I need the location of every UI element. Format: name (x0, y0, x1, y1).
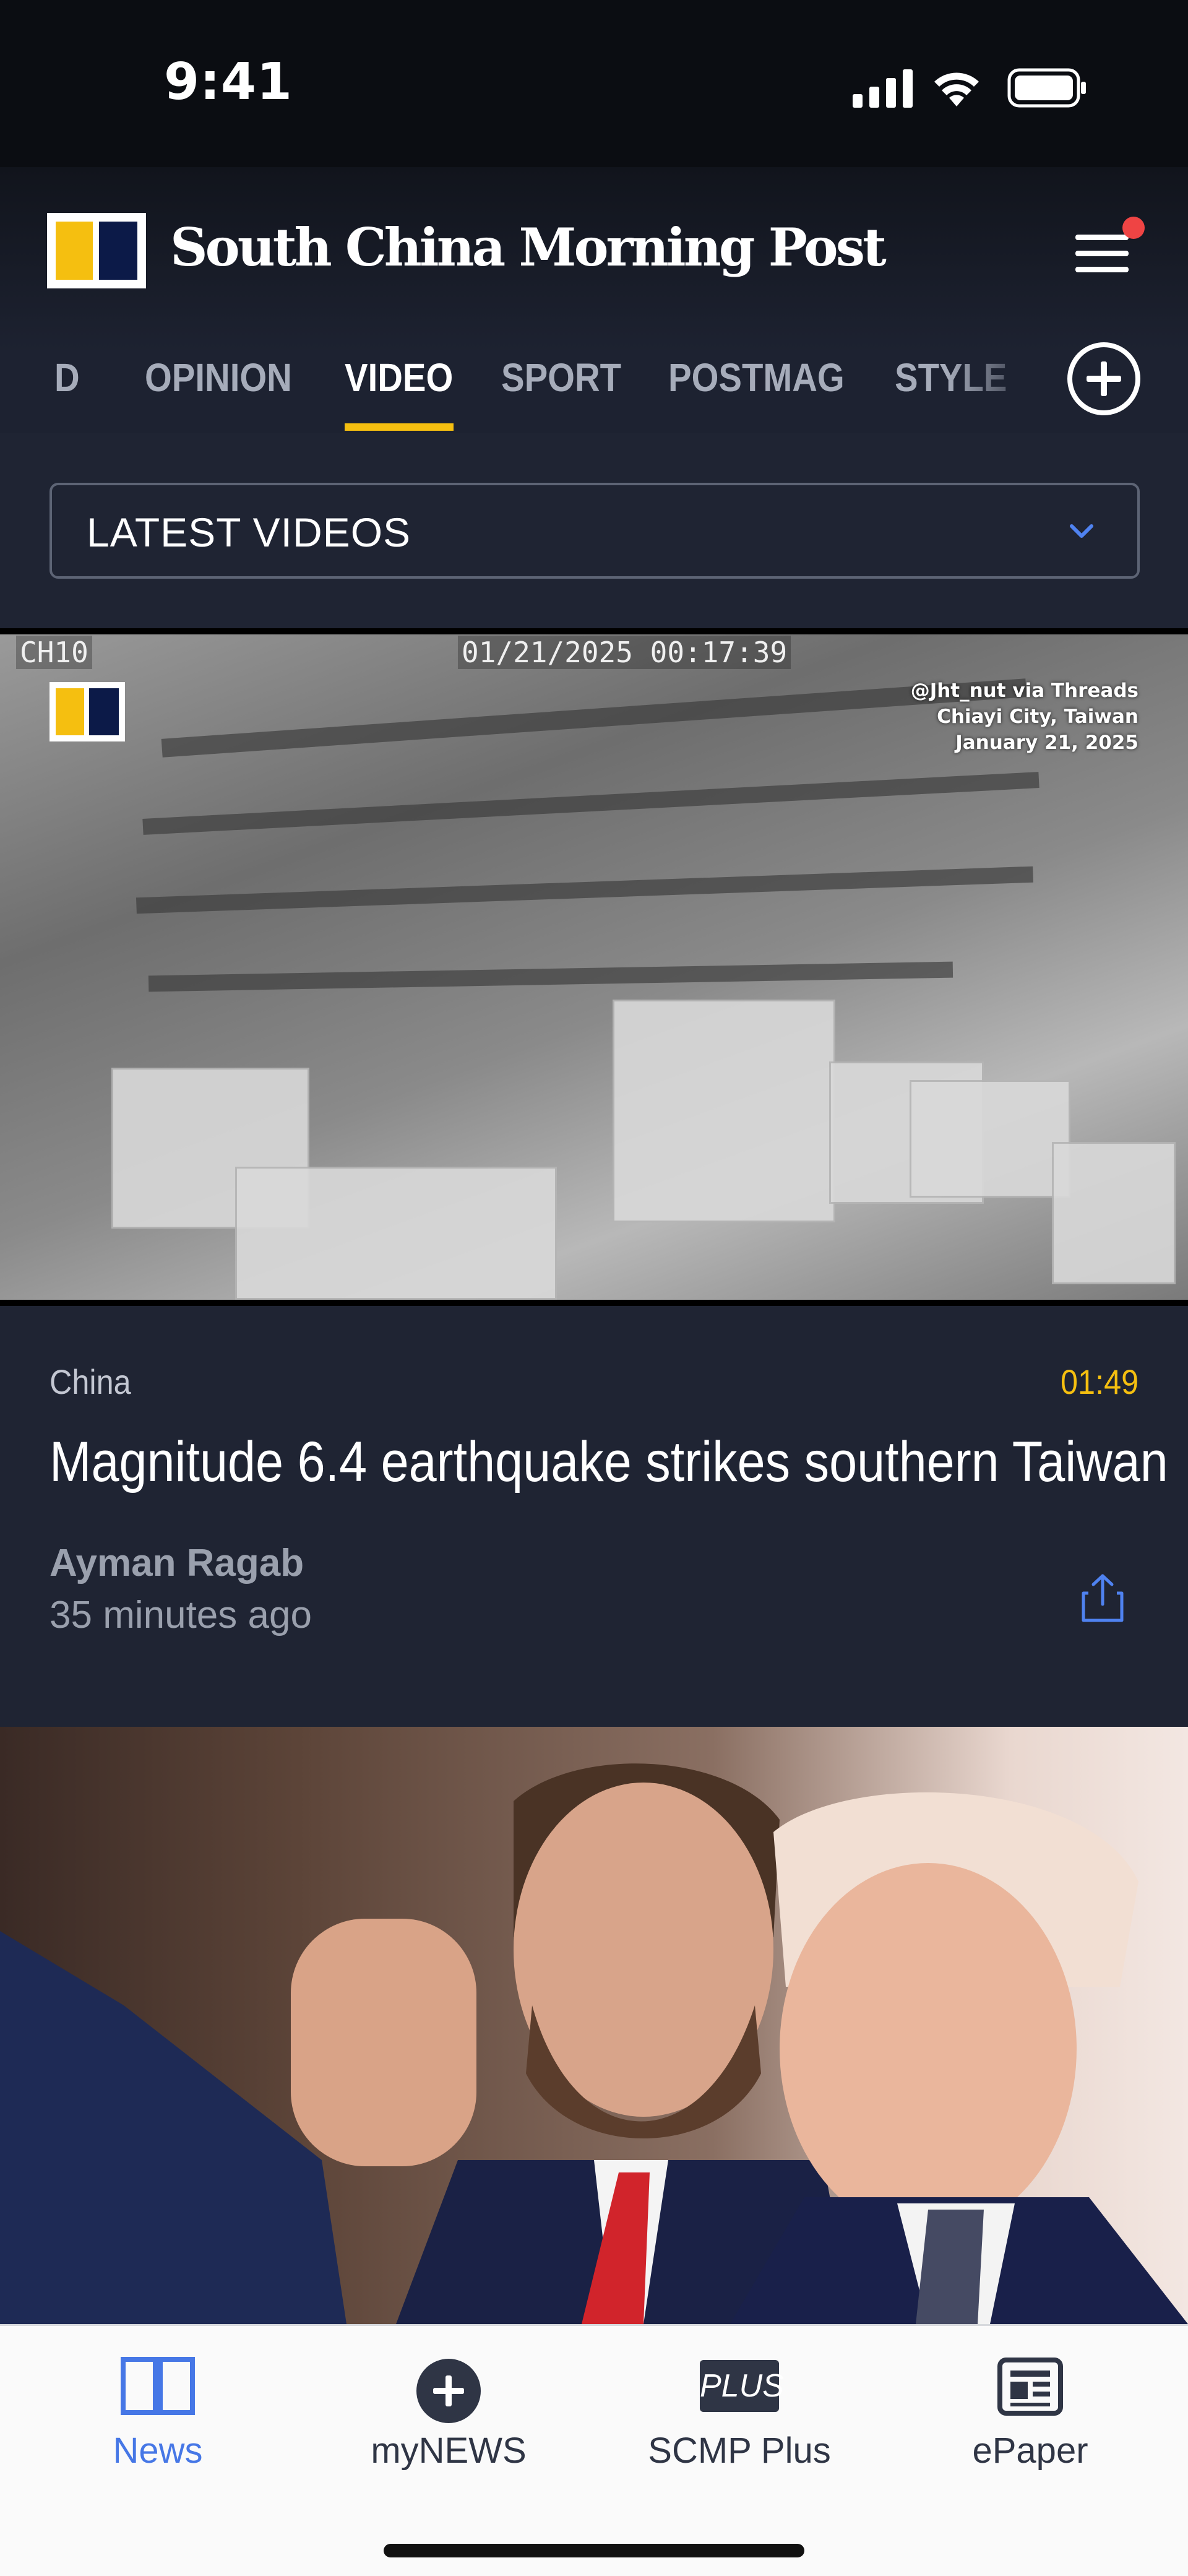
status-bar: 9:41 (0, 0, 1188, 167)
tab-epaper[interactable]: ePaper (882, 2326, 1179, 2512)
notification-dot (1122, 217, 1145, 239)
wifi-icon (934, 72, 979, 106)
video-filter-dropdown[interactable]: LATEST VIDEOS (50, 483, 1140, 579)
tab-epaper-label: ePaper (972, 2431, 1088, 2471)
cctv-timestamp: 01/21/2025 00:17:39 (458, 636, 791, 669)
tab-news-label: News (113, 2431, 203, 2471)
hamburger-menu-icon[interactable] (1075, 232, 1131, 275)
article-time: 35 minutes ago (50, 1594, 312, 1636)
tab-opinion[interactable]: OPINION (145, 353, 292, 433)
tab-mynews-label: myNEWS (371, 2431, 527, 2471)
nav-fade (947, 353, 1046, 433)
brand-title[interactable]: South China Morning Post (170, 217, 887, 278)
article-title[interactable]: Magnitude 6.4 earthquake strikes souther… (50, 1430, 1168, 1495)
credit-location: Chiayi City, Taiwan (937, 706, 1138, 728)
credit-date: January 21, 2025 (955, 732, 1138, 754)
scmp-watermark-icon (50, 682, 125, 741)
scmp-logo-icon[interactable] (47, 213, 146, 288)
section-tabs: D OPINION VIDEO SPORT POSTMAG STYLE (0, 353, 1188, 433)
video-thumbnail[interactable]: CH10 01/21/2025 00:17:39 @Jht_nut via Th… (0, 628, 1188, 1306)
add-section-icon[interactable] (1065, 340, 1142, 417)
tab-partial[interactable]: D (54, 353, 80, 433)
article-author[interactable]: Ayman Ragab (50, 1541, 304, 1585)
video-credit: @Jht_nut via Threads Chiayi City, Taiwan… (911, 678, 1138, 756)
plus-badge-text: PLUS (700, 2368, 784, 2404)
share-icon[interactable] (1080, 1572, 1126, 1623)
tab-scmp-plus[interactable]: PLUS SCMP Plus (591, 2326, 888, 2512)
video-duration: 01:49 (1060, 1362, 1138, 1401)
tab-mynews[interactable]: myNEWS (300, 2326, 597, 2512)
article-category[interactable]: China (50, 1362, 131, 1402)
tab-news[interactable]: News (9, 2326, 306, 2512)
cctv-channel: CH10 (16, 636, 92, 669)
tab-sport[interactable]: SPORT (501, 353, 621, 433)
home-indicator[interactable] (384, 2544, 804, 2557)
photo-illustration (0, 1763, 1188, 2324)
video-card-info: China 01:49 Magnitude 6.4 earthquake str… (0, 1306, 1188, 1727)
book-icon (121, 2357, 195, 2415)
bottom-tab-bar: News myNEWS PLUS SCMP Plus ePaper (0, 2324, 1188, 2576)
dropdown-selected-value: LATEST VIDEOS (87, 509, 411, 555)
status-time: 9:41 (164, 53, 293, 111)
battery-icon (1007, 68, 1086, 108)
app-header: South China Morning Post (0, 167, 1188, 353)
credit-source: @Jht_nut via Threads (910, 680, 1138, 702)
tab-video[interactable]: VIDEO (345, 353, 453, 433)
plus-badge-icon: PLUS (700, 2360, 784, 2412)
filter-area: LATEST VIDEOS (0, 433, 1188, 628)
tab-scmp-plus-label: SCMP Plus (648, 2431, 831, 2471)
chevron-down-icon (1070, 524, 1093, 538)
story-image[interactable] (0, 1727, 1188, 2324)
plus-circle-icon (416, 2359, 481, 2423)
newspaper-icon (997, 2358, 1063, 2416)
tab-postmag[interactable]: POSTMAG (668, 353, 845, 433)
cellular-signal-icon (853, 69, 913, 108)
active-tab-indicator (345, 423, 454, 431)
